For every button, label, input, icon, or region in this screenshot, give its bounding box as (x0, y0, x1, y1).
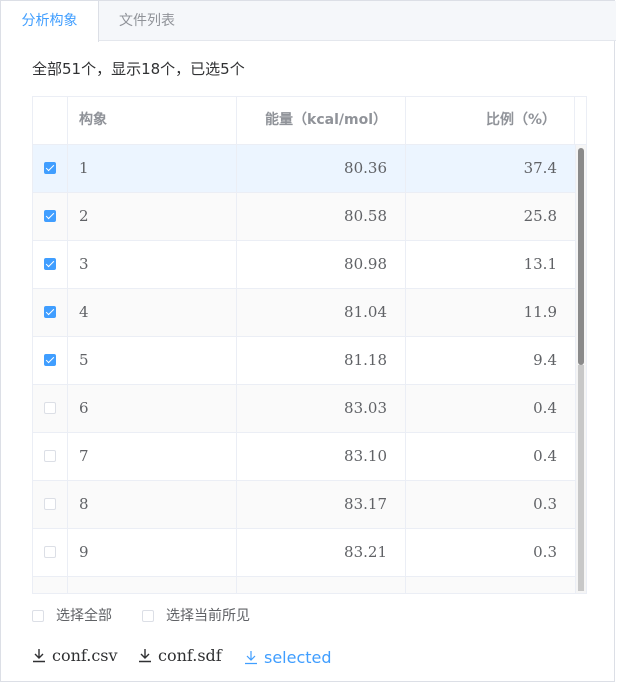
download-csv-link[interactable]: conf.csv (32, 643, 124, 669)
select-all-label: 选择全部 (56, 608, 112, 624)
table-row[interactable]: 6 83.03 0.4 (33, 385, 575, 433)
table-row[interactable]: 7 83.10 0.4 (33, 433, 575, 481)
table-row[interactable]: 9 83.21 0.3 (33, 529, 575, 577)
download-selected-link[interactable]: selected (244, 645, 344, 671)
tab-file-list[interactable]: 文件列表 (99, 1, 195, 41)
cell-ratio: 11.9 (523, 303, 557, 321)
row-checkbox-cell (33, 337, 68, 384)
row-checkbox[interactable] (44, 402, 56, 414)
header-energy[interactable]: 能量（kcal/mol） (237, 97, 406, 144)
cell-energy: 83.03 (237, 385, 406, 432)
cell-conformer-id: 5 (68, 337, 237, 384)
select-all-checkbox[interactable] (32, 610, 44, 622)
tab-analyze-conformers[interactable]: 分析构象 (1, 1, 99, 42)
download-sdf-link[interactable]: conf.sdf (138, 643, 228, 669)
cell-ratio: 0.2 (406, 577, 575, 593)
table-header: 构象 能量（kcal/mol） 比例（%） (33, 97, 586, 145)
cell-ratio: 13.1 (523, 255, 557, 273)
cell-ratio: 0.3 (533, 543, 557, 561)
table-row[interactable]: 2 80.58 25.8 (33, 193, 575, 241)
table-row[interactable]: 1 80.36 37.4 (33, 145, 575, 193)
cell-ratio: 0.4 (533, 447, 557, 465)
row-checkbox[interactable] (44, 162, 56, 174)
cell-conformer-id: 2 (68, 193, 237, 240)
cell-conformer-id: 7 (68, 433, 237, 480)
header-ratio[interactable]: 比例（%） (406, 97, 575, 144)
row-checkbox-cell (33, 577, 68, 593)
download-icon (33, 649, 45, 663)
select-visible-label: 选择当前所见 (166, 608, 250, 624)
row-checkbox-cell (33, 289, 68, 336)
select-visible-option[interactable]: 选择当前所见 (142, 604, 262, 628)
cell-ratio: 9.4 (533, 351, 557, 369)
header-conformer[interactable]: 构象 (68, 97, 237, 144)
row-checkbox[interactable] (44, 210, 56, 222)
row-checkbox-cell (33, 433, 68, 480)
table-scrollbar[interactable] (575, 145, 586, 593)
cell-energy: 80.36 (237, 145, 406, 192)
download-selected-label: selected (264, 648, 332, 667)
cell-ratio: 0.4 (533, 399, 557, 417)
cell-energy: 83.17 (237, 481, 406, 528)
tab-bar: 分析构象 文件列表 (1, 1, 616, 42)
row-checkbox-cell (33, 529, 68, 576)
scrollbar-track-rest[interactable] (578, 365, 584, 591)
header-gutter (575, 97, 586, 144)
row-checkbox-cell (33, 481, 68, 528)
select-all-option[interactable]: 选择全部 (32, 604, 132, 628)
scrollbar-thumb[interactable] (578, 148, 584, 365)
cell-conformer-id: 9 (68, 529, 237, 576)
cell-conformer-id: 4 (68, 289, 237, 336)
header-checkbox-cell (33, 97, 68, 144)
table-row[interactable]: 8 83.17 0.3 (33, 481, 575, 529)
download-icon (245, 651, 257, 665)
row-checkbox[interactable] (44, 354, 56, 366)
row-checkbox[interactable] (44, 498, 56, 510)
cell-conformer-id: 8 (68, 481, 237, 528)
table-row[interactable]: 4 81.04 11.9 (33, 289, 575, 337)
cell-energy: 83.21 (237, 529, 406, 576)
row-checkbox-cell (33, 241, 68, 288)
cell-energy: 83.45 (237, 577, 406, 593)
cell-energy: 80.98 (237, 241, 406, 288)
cell-conformer-id: 10 (68, 577, 237, 593)
conformer-panel: 分析构象 文件列表 全部51个，显示18个，已选5个 构象 能量（kcal/mo… (0, 0, 616, 682)
table-row[interactable]: 3 80.98 13.1 (33, 241, 575, 289)
table-row[interactable]: 5 81.18 9.4 (33, 337, 575, 385)
row-checkbox-cell (33, 193, 68, 240)
row-checkbox[interactable] (44, 546, 56, 558)
cell-ratio: 37.4 (523, 159, 557, 177)
cell-conformer-id: 3 (68, 241, 237, 288)
row-checkbox[interactable] (44, 258, 56, 270)
row-checkbox-cell (33, 145, 68, 192)
download-csv-label: conf.csv (52, 646, 118, 665)
cell-conformer-id: 6 (68, 385, 237, 432)
table-row[interactable]: 1083.450.2 (33, 577, 575, 593)
cell-conformer-id: 1 (68, 145, 237, 192)
cell-energy: 80.58 (237, 193, 406, 240)
cell-energy: 81.18 (237, 337, 406, 384)
select-visible-checkbox[interactable] (142, 610, 154, 622)
conformer-table: 构象 能量（kcal/mol） 比例（%） 1 80.36 37.4 2 80.58 25… (32, 96, 587, 594)
cell-energy: 83.10 (237, 433, 406, 480)
download-sdf-label: conf.sdf (158, 646, 222, 665)
row-checkbox[interactable] (44, 450, 56, 462)
table-body: 1 80.36 37.4 2 80.58 25.8 3 80.98 13.1 4 81.04 11.9… (33, 145, 575, 593)
cell-ratio: 0.3 (533, 495, 557, 513)
cell-ratio: 25.8 (523, 207, 557, 225)
download-icon (139, 649, 151, 663)
row-checkbox-cell (33, 385, 68, 432)
cell-energy: 81.04 (237, 289, 406, 336)
row-checkbox[interactable] (44, 306, 56, 318)
selection-summary: 全部51个，显示18个，已选5个 (32, 60, 245, 78)
